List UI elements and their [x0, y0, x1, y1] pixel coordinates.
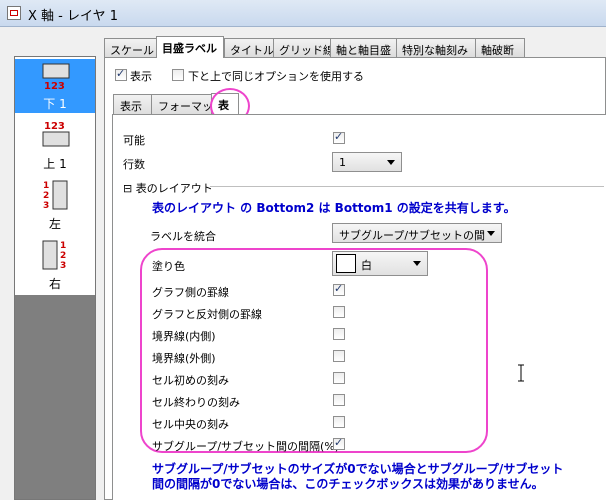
option-label: グラフと反対側の罫線	[152, 308, 262, 321]
show-checkbox[interactable]	[115, 67, 127, 81]
fill-color-value: 白	[361, 259, 372, 272]
rows-label: 行数	[123, 158, 145, 171]
layout-section-title: 表のレイアウト	[135, 182, 213, 195]
axis-left-icon: 1 2 3	[43, 180, 68, 211]
rows-value: 1	[339, 156, 346, 169]
axis-list-item-top[interactable]: 123 上 1	[15, 119, 95, 173]
svg-text:2: 2	[60, 251, 66, 261]
chevron-down-icon	[487, 231, 495, 236]
axis-bottom-icon: 123	[42, 63, 70, 91]
merge-labels-value: サブグループ/サブセットの間	[339, 229, 486, 242]
fill-color-label: 塗り色	[152, 260, 185, 273]
option-label: セル終わりの刻み	[152, 396, 240, 409]
axis-list-item-right[interactable]: 1 2 3 右	[15, 239, 95, 293]
axis-list-label: 下 1	[43, 97, 67, 111]
section-divider	[210, 186, 604, 187]
cell-end-tick-checkbox[interactable]	[333, 394, 345, 406]
svg-text:123: 123	[44, 81, 65, 91]
layout-section-header[interactable]: ⊟ 表のレイアウト	[123, 180, 213, 196]
option-label: サブグループ/サブセット間の間隔(%)	[152, 440, 340, 453]
svg-text:3: 3	[60, 261, 66, 271]
graph-side-border-checkbox[interactable]	[333, 282, 345, 296]
chevron-down-icon	[387, 160, 395, 165]
window-title: X 軸 - レイヤ 1	[28, 9, 119, 24]
axis-list-label: 右	[48, 277, 61, 291]
svg-text:1: 1	[60, 241, 66, 251]
layout-note: 表のレイアウト の Bottom2 は Bottom1 の設定を共有します。	[152, 201, 516, 215]
axis-list-label: 左	[48, 217, 61, 231]
tab-title[interactable]: タイトル	[224, 38, 274, 57]
chevron-down-icon	[413, 261, 421, 266]
enabled-label: 可能	[123, 134, 145, 147]
color-swatch	[336, 254, 356, 273]
merge-labels-label: ラベルを統合	[150, 230, 216, 243]
subgroup-gap-checkbox[interactable]	[333, 436, 345, 450]
opposite-side-border-checkbox[interactable]	[333, 306, 345, 318]
tab-axis-ticks[interactable]: 軸と軸目盛	[330, 38, 397, 57]
subtab-display[interactable]: 表示	[113, 94, 152, 114]
same-options-label: 下と上で同じオプションを使用する	[188, 70, 364, 83]
cell-start-tick-checkbox[interactable]	[333, 372, 345, 384]
option-label: 境界線(内側)	[152, 330, 216, 343]
merge-labels-dropdown[interactable]: サブグループ/サブセットの間	[332, 223, 502, 243]
axis-list-label: 上 1	[43, 157, 67, 171]
svg-text:123: 123	[44, 121, 65, 132]
title-bar: X 軸 - レイヤ 1	[0, 0, 606, 27]
text-cursor-icon	[518, 364, 524, 382]
same-options-checkbox[interactable]	[172, 69, 184, 81]
axis-right-icon: 1 2 3	[42, 240, 66, 271]
axis-list: 123 下 1 123 上 1 1 2 3 左 1 2 3 右	[15, 57, 95, 295]
cell-center-tick-checkbox[interactable]	[333, 416, 345, 428]
option-label: セル初めの刻み	[152, 374, 229, 387]
tab-special-ticks[interactable]: 特別な軸刻み	[396, 38, 476, 57]
svg-text:3: 3	[43, 201, 49, 211]
tab-scale[interactable]: スケール	[104, 38, 157, 57]
outer-border-checkbox[interactable]	[333, 350, 345, 362]
collapse-icon[interactable]: ⊟	[123, 182, 132, 195]
tab-axis-break[interactable]: 軸破断	[475, 38, 525, 57]
fill-color-dropdown[interactable]: 白	[332, 251, 428, 276]
axis-top-icon: 123	[42, 121, 70, 147]
option-label: グラフ側の罫線	[152, 286, 229, 299]
option-label: 境界線(外側)	[152, 352, 216, 365]
app-icon	[7, 6, 21, 20]
tab-tick-labels[interactable]: 目盛ラベル	[156, 36, 224, 58]
rows-dropdown[interactable]: 1	[332, 152, 402, 172]
axis-list-item-left[interactable]: 1 2 3 左	[15, 179, 95, 233]
show-label: 表示	[130, 70, 152, 83]
svg-text:2: 2	[43, 191, 49, 201]
enabled-checkbox[interactable]	[333, 130, 345, 144]
tab-grid-lines[interactable]: グリッド線	[273, 38, 334, 57]
option-label: セル中央の刻み	[152, 418, 229, 431]
subtab-format[interactable]: フォーマット	[151, 94, 224, 114]
svg-text:1: 1	[43, 181, 49, 191]
inner-border-checkbox[interactable]	[333, 328, 345, 340]
axis-list-item-bottom[interactable]: 123 下 1	[15, 59, 95, 113]
gap-note-line2: 間の間隔が0でない場合は、このチェックボックスは効果がありません。	[152, 477, 544, 491]
